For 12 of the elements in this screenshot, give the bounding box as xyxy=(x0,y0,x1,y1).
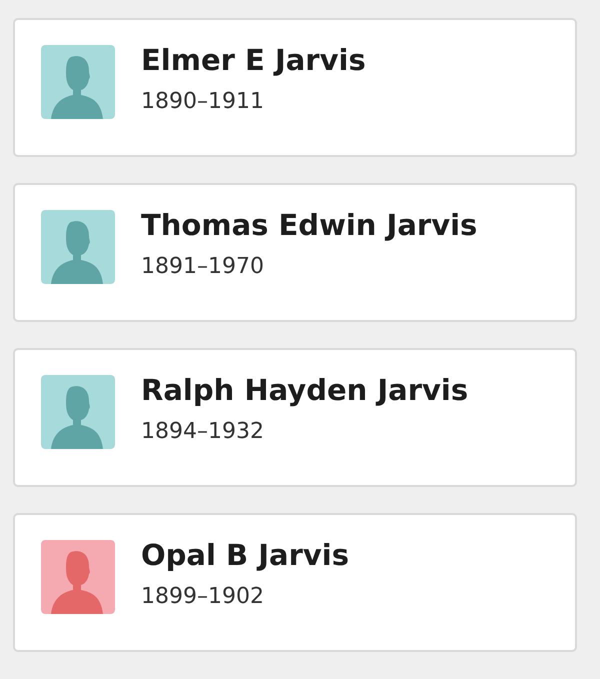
life-years: 1890–1911 xyxy=(141,88,265,116)
person-card[interactable]: Opal B Jarvis 1899–1902 xyxy=(13,513,577,652)
life-years: 1894–1932 xyxy=(141,418,265,446)
person-card[interactable]: Elmer E Jarvis 1890–1911 xyxy=(13,18,577,157)
person-name: Ralph Hayden Jarvis xyxy=(141,373,468,408)
person-name: Elmer E Jarvis xyxy=(141,43,366,78)
life-years: 1899–1902 xyxy=(141,582,265,611)
person-name: Opal B Jarvis xyxy=(141,538,349,573)
life-years: 1891–1970 xyxy=(141,252,265,281)
person-card[interactable]: Thomas Edwin Jarvis 1891–1970 xyxy=(13,183,577,322)
person-name: Thomas Edwin Jarvis xyxy=(141,208,478,243)
person-card[interactable]: Ralph Hayden Jarvis 1894–1932 xyxy=(13,348,577,487)
